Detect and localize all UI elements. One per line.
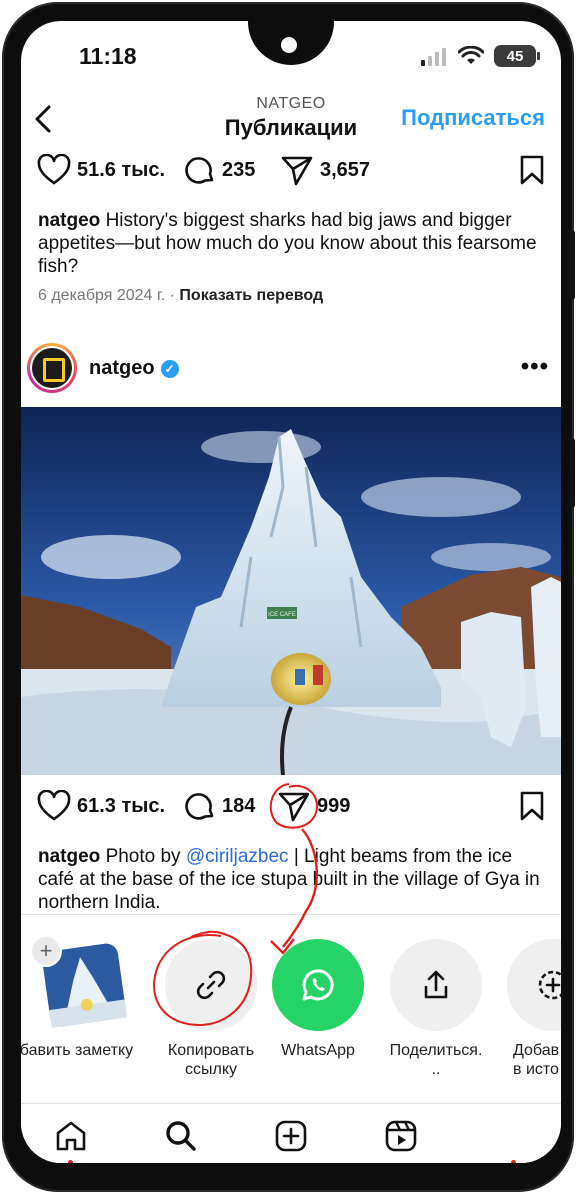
home-icon (56, 1121, 86, 1151)
prev-meta: 6 декабря 2024 г. · Показать перевод (38, 287, 323, 305)
front-camera (277, 33, 301, 57)
add-story-icon (538, 970, 561, 1000)
signal-icon (421, 48, 446, 66)
whatsapp-label: WhatsApp (281, 1042, 355, 1059)
nav-create[interactable] (271, 1118, 311, 1154)
comment-count: 184 (222, 794, 256, 817)
wifi-icon (458, 46, 484, 64)
post-actions: 61.3 тыс. 184 999 (21, 790, 561, 834)
save-button[interactable] (519, 790, 545, 822)
add-story-item[interactable]: Добав в исто (507, 939, 561, 1079)
translate-link[interactable]: Показать перевод (179, 287, 323, 304)
add-note-label: обавить заметку (21, 1042, 134, 1059)
natgeo-logo (32, 348, 72, 388)
send-icon (281, 156, 313, 186)
power-button (569, 438, 575, 508)
heart-icon (37, 790, 71, 821)
add-note-item[interactable]: + обавить заметку (21, 935, 138, 1060)
like-count: 61.3 тыс. (77, 794, 166, 817)
volume-button (569, 230, 575, 300)
link-icon (196, 970, 226, 1000)
share-more-label: Поделиться. .. (389, 1042, 483, 1078)
prev-like-group[interactable]: 51.6 тыс. (37, 154, 165, 186)
header: NATGEO Публикации Подписаться (21, 91, 561, 147)
prev-share-count: 3,657 (320, 158, 371, 181)
prev-caption-user[interactable]: natgeo (38, 210, 100, 231)
prev-caption: natgeo History's biggest sharks had big … (38, 209, 544, 278)
copy-link-label: Копировать ссылку (167, 1042, 255, 1078)
avatar[interactable] (27, 343, 77, 393)
verified-badge-icon: ✓ (160, 359, 179, 378)
follow-button[interactable]: Подписаться (401, 105, 545, 131)
comment-group[interactable]: 184 (184, 790, 255, 822)
prev-comment-count: 235 (222, 158, 256, 181)
send-icon (278, 792, 310, 822)
prev-caption-text: History's biggest sharks had big jaws an… (38, 210, 537, 277)
heart-icon (37, 154, 71, 185)
copy-link-circle[interactable] (165, 939, 257, 1031)
prev-like-count: 51.6 тыс. (77, 158, 166, 181)
post-caption: natgeo Photo by @ciriljazbec | Light bea… (38, 845, 544, 914)
like-group[interactable]: 61.3 тыс. (37, 790, 165, 822)
caption-prefix: Photo by (105, 846, 181, 867)
add-note-plus-icon[interactable]: + (30, 935, 62, 967)
post-username-group[interactable]: natgeo ✓ (89, 357, 179, 380)
bottom-nav (21, 1103, 561, 1163)
search-icon (166, 1121, 196, 1151)
plus-square-icon (275, 1120, 307, 1152)
phone-frame: 11:18 45 NATGEO Публикации Подписаться 5… (2, 2, 575, 1192)
prev-save-button[interactable] (519, 154, 545, 186)
whatsapp-icon (302, 969, 334, 1001)
status-time: 11:18 (79, 43, 137, 69)
share-more-item[interactable]: Поделиться. .. (387, 939, 485, 1079)
status-icons: 45 (420, 45, 540, 67)
bookmark-icon (520, 155, 544, 185)
nav-reels[interactable] (381, 1118, 421, 1154)
reels-icon (385, 1120, 417, 1152)
home-notification-dot (68, 1160, 73, 1163)
caption-mention[interactable]: @ciriljazbec (186, 846, 289, 867)
caption-user[interactable]: natgeo (38, 846, 100, 867)
copy-link-item[interactable]: Копировать ссылку (152, 939, 270, 1079)
share-upload-icon (424, 970, 448, 999)
bookmark-icon (520, 791, 544, 821)
post-header: natgeo ✓ ••• (21, 341, 561, 401)
nav-home[interactable] (51, 1118, 91, 1154)
comment-icon (185, 793, 214, 820)
share-group[interactable]: 999 (277, 790, 350, 822)
battery-icon: 45 (494, 45, 540, 67)
prev-post-actions: 51.6 тыс. 235 3,657 (21, 154, 561, 198)
prev-comment-group[interactable]: 235 (184, 154, 255, 186)
meta-separator: · (169, 287, 175, 304)
add-story-circle[interactable] (507, 939, 561, 1031)
post-photo[interactable]: ICE CAFE (21, 407, 561, 775)
prev-share-group[interactable]: 3,657 (280, 154, 370, 186)
profile-notification-dot (511, 1160, 516, 1163)
share-more-circle[interactable] (390, 939, 482, 1031)
post-username: natgeo (89, 357, 155, 379)
prev-date: 6 декабря 2024 г. (38, 287, 166, 304)
add-story-label: Добав в исто (513, 1042, 560, 1078)
screen: 11:18 45 NATGEO Публикации Подписаться 5… (21, 21, 561, 1163)
share-count: 999 (317, 794, 351, 817)
ice-stupa-photo: ICE CAFE (21, 407, 561, 775)
whatsapp-circle[interactable] (272, 939, 364, 1031)
share-sheet: + обавить заметку Копировать ссылку What… (21, 914, 561, 1100)
photo-sign-text: ICE CAFE (268, 612, 296, 618)
whatsapp-item[interactable]: WhatsApp (270, 939, 366, 1060)
comment-icon (185, 157, 214, 184)
more-options-icon[interactable]: ••• (521, 353, 549, 381)
nav-search[interactable] (161, 1118, 201, 1154)
